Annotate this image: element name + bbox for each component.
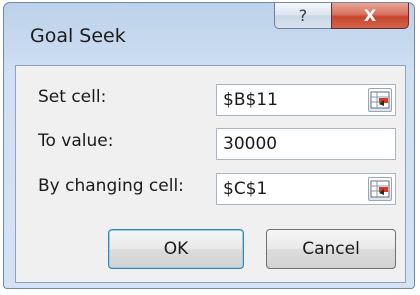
range-selector-icon — [370, 91, 390, 109]
to-value-value: 30000 — [223, 134, 278, 154]
cancel-button[interactable]: Cancel — [266, 229, 396, 269]
set-cell-label: Set cell: — [38, 87, 107, 107]
goal-seek-dialog: Goal Seek ? X Set cell: $B$11 To value: — [3, 2, 415, 289]
to-value-field[interactable]: 30000 — [216, 128, 396, 160]
by-changing-cell-field[interactable]: $C$1 — [216, 173, 396, 205]
help-icon: ? — [298, 6, 308, 25]
dialog-title: Goal Seek — [30, 25, 126, 47]
set-cell-value: $B$11 — [223, 90, 278, 110]
to-value-label: To value: — [38, 131, 114, 151]
set-cell-field[interactable]: $B$11 — [216, 84, 396, 116]
by-changing-cell-range-selector-button[interactable] — [368, 177, 392, 201]
close-icon: X — [363, 6, 377, 25]
help-button[interactable]: ? — [274, 3, 332, 29]
close-button[interactable]: X — [331, 3, 409, 29]
by-changing-cell-value: $C$1 — [223, 179, 268, 199]
by-changing-cell-label: By changing cell: — [38, 176, 184, 196]
set-cell-range-selector-button[interactable] — [368, 88, 392, 112]
range-selector-icon — [370, 180, 390, 198]
dialog-body: Set cell: $B$11 To value: 30000 By chang… — [15, 65, 406, 283]
ok-button[interactable]: OK — [108, 229, 244, 269]
